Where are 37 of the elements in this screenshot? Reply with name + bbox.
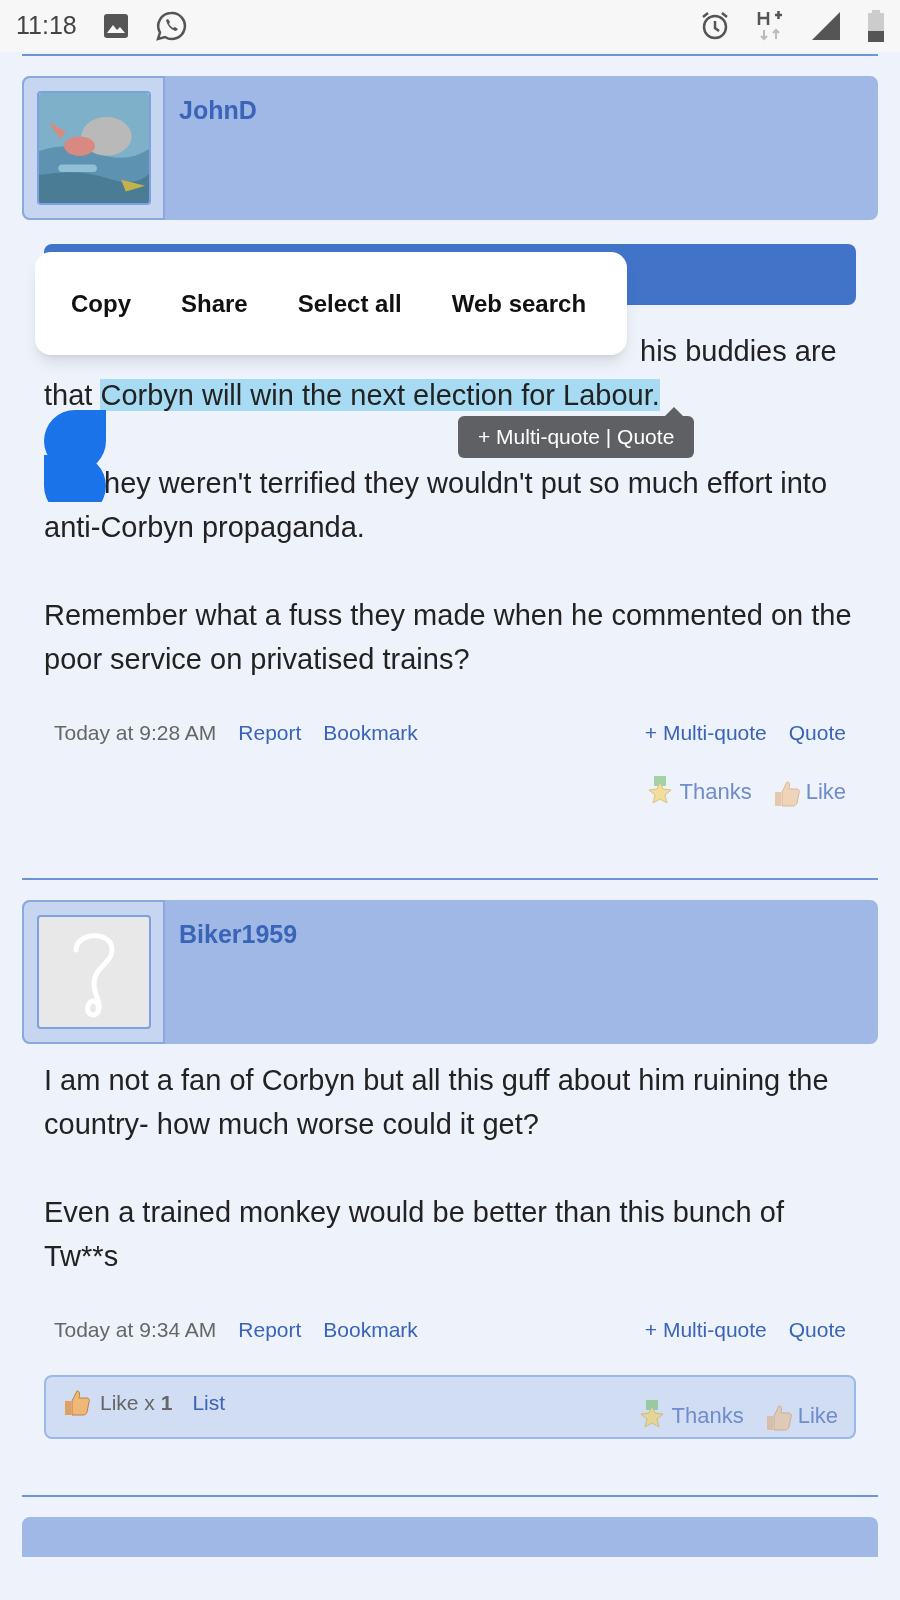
chat-bubble-icon [154, 10, 187, 42]
list-link[interactable]: List [192, 1387, 226, 1419]
paragraph: hey weren't terrified they wouldn't put so much effort into anti-Corbyn propaganda. [44, 466, 829, 545]
menu-item[interactable]: Copy [71, 285, 131, 322]
mobile-data-icon [756, 10, 784, 42]
reaction-link[interactable]: Like [771, 774, 846, 808]
paragraph: his buddies are [639, 334, 838, 369]
paragraph: Even a trained monkey would be better than this bunch of Tw**s [44, 1194, 785, 1274]
menu-item[interactable]: Select all [297, 285, 402, 322]
paragraph: Remember what a fuss they made when he commented on the poor service on privatised trains? [44, 598, 853, 677]
author-name[interactable]: JohnD [179, 96, 257, 124]
like-count: Like x 1 [100, 1390, 173, 1416]
post-time: Today at 9:28 AM [54, 720, 217, 746]
menu-item[interactable]: Share [181, 285, 248, 322]
quote-tooltip[interactable]: + Multi-quote | Quote [458, 416, 695, 458]
post-time: Today at 9:34 AM [54, 1316, 217, 1343]
thumbs-up-icon [62, 1387, 92, 1417]
post-link[interactable]: Report [238, 717, 302, 749]
alarm-clock-icon [700, 11, 730, 41]
signal-icon [810, 10, 842, 42]
tooltip-pointer [664, 407, 684, 417]
paragraph: that Corbyn will win the next election for Labour. [44, 378, 661, 413]
clock-time: 11:18 [16, 10, 77, 42]
post-link[interactable]: Bookmark [323, 717, 418, 749]
battery-icon [868, 10, 884, 42]
quote-link[interactable]: + Multi-quote [644, 1313, 767, 1345]
post-link[interactable]: Bookmark [323, 1313, 418, 1345]
image-icon [102, 13, 129, 39]
menu-item[interactable]: Web search [451, 285, 587, 322]
selection-handle-icon [44, 410, 106, 502]
reaction-link[interactable]: Thanks [645, 774, 752, 808]
quote-link[interactable]: + Multi-quote [644, 717, 767, 749]
quote-link[interactable]: Quote [788, 717, 846, 749]
paragraph: I am not a fan of Corbyn but all this guff about him ruining the country- how much worse could it get? [44, 1062, 830, 1142]
post-link[interactable]: Report [238, 1313, 302, 1345]
quote-link[interactable]: Quote [788, 1313, 846, 1345]
author-name[interactable]: Biker1959 [179, 919, 298, 948]
